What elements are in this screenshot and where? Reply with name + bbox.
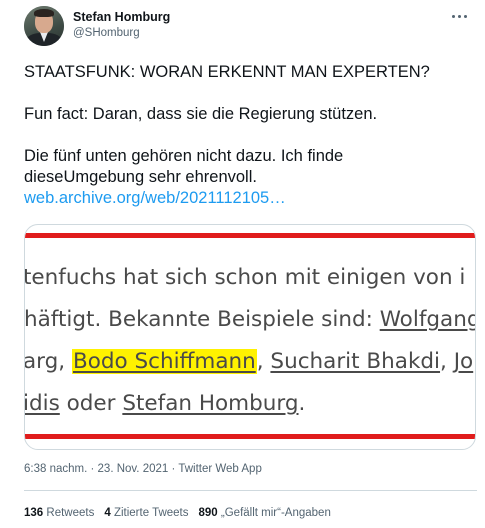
tweet-line-3b: dieseUmgebung sehr ehrenvoll. bbox=[24, 168, 257, 186]
excerpt-line-4: idis oder Stefan Homburg. bbox=[24, 383, 306, 425]
excerpt-line-3: arg, Bodo Schiffmann, Sucharit Bhakdi, J… bbox=[24, 341, 474, 383]
excerpt-name-link: Wolfgang bbox=[379, 307, 476, 332]
tweet-line-3a: Die fünf unten gehören nicht dazu. Ich f… bbox=[24, 147, 344, 165]
excerpt-name-link: Sucharit Bhakdi bbox=[270, 349, 441, 374]
likes-label: „Gefällt mir“-Angaben bbox=[220, 507, 331, 519]
tweet-line-2: Fun fact: Daran, dass sie die Regierung … bbox=[24, 105, 378, 123]
quotes-label: Zitierte Tweets bbox=[113, 507, 189, 519]
tweet-link[interactable]: web.archive.org/web/2021112105… bbox=[24, 189, 286, 207]
retweets-label: Retweets bbox=[46, 507, 95, 519]
excerpt-line-2: häftigt. Bekannte Beispiele sind: Wolfga… bbox=[24, 299, 476, 341]
tweet-time[interactable]: 6:38 nachm. bbox=[24, 463, 87, 475]
tweet-text: STAATSFUNK: WORAN ERKENNT MAN EXPERTEN? … bbox=[24, 62, 464, 209]
author-name[interactable]: Stefan Homburg bbox=[73, 10, 170, 24]
meta-separator: · bbox=[168, 463, 179, 475]
excerpt-line-1: tenfuchs hat sich schon mit einigen von … bbox=[24, 265, 466, 290]
author-handle[interactable]: @SHomburg bbox=[73, 27, 140, 39]
excerpt-text: . bbox=[298, 391, 306, 416]
excerpt-text: arg, bbox=[24, 349, 72, 374]
tweet-header: Stefan Homburg @SHomburg bbox=[24, 6, 471, 46]
divider bbox=[24, 490, 477, 491]
excerpt-name-link: Stefan Homburg bbox=[122, 391, 299, 416]
more-horizontal-icon[interactable] bbox=[449, 9, 469, 23]
excerpt-name-link: Jo bbox=[453, 349, 474, 374]
likes-count: 890 bbox=[198, 507, 218, 519]
excerpt-text: , bbox=[440, 349, 454, 374]
tweet-date[interactable]: 23. Nov. 2021 bbox=[98, 463, 169, 475]
meta-separator: · bbox=[87, 463, 98, 475]
quotes-stat[interactable]: 4 Zitierte Tweets bbox=[104, 507, 188, 519]
excerpt-highlighted-name: Bodo Schiffmann bbox=[71, 349, 257, 374]
tweet-media-image[interactable]: tenfuchs hat sich schon mit einigen von … bbox=[24, 224, 476, 450]
excerpt-text: häftigt. Bekannte Beispiele sind: bbox=[24, 307, 380, 332]
likes-stat[interactable]: 890 „Gefällt mir“-Angaben bbox=[199, 507, 331, 519]
tweet-meta: 6:38 nachm. · 23. Nov. 2021 · Twitter We… bbox=[24, 463, 262, 475]
tweet-line-1: STAATSFUNK: WORAN ERKENNT MAN EXPERTEN? bbox=[24, 63, 430, 81]
excerpt-text: oder bbox=[59, 391, 123, 416]
tweet-stats: 136 Retweets 4 Zitierte Tweets 890 „Gefä… bbox=[24, 507, 331, 519]
avatar[interactable] bbox=[24, 6, 64, 46]
red-line-bottom bbox=[25, 434, 475, 439]
retweets-count: 136 bbox=[24, 507, 44, 519]
tweet-source[interactable]: Twitter Web App bbox=[178, 463, 262, 475]
quotes-count: 4 bbox=[104, 507, 111, 519]
red-line-top bbox=[25, 233, 475, 238]
excerpt-text: , bbox=[256, 349, 271, 374]
excerpt-name-link: idis bbox=[24, 391, 60, 416]
retweets-stat[interactable]: 136 Retweets bbox=[24, 507, 94, 519]
